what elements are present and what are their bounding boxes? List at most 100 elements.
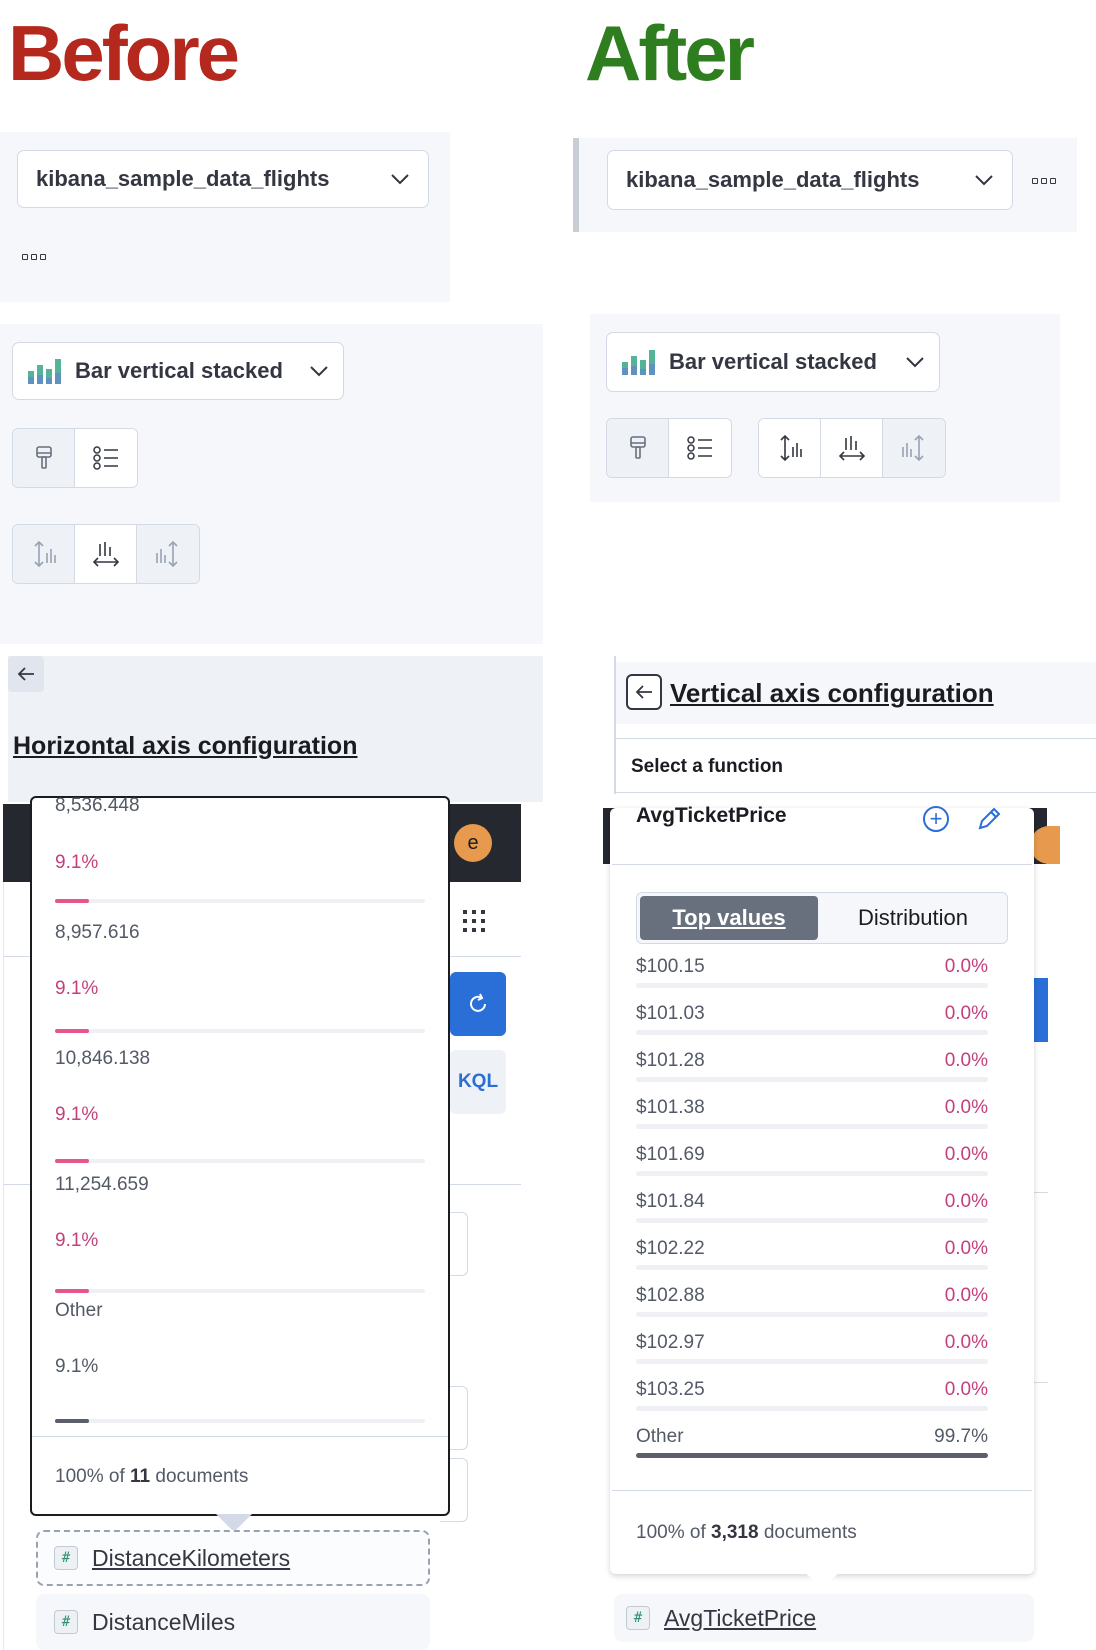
refresh-icon xyxy=(470,993,486,1012)
more-options-icon[interactable] xyxy=(22,254,46,260)
header-divider xyxy=(616,792,1096,793)
popover-divider xyxy=(32,1436,448,1437)
row-value: 10,846.138 xyxy=(55,1048,151,1069)
bottom-axis-button[interactable] xyxy=(75,525,137,583)
row-value: 8,957.616 xyxy=(55,922,140,943)
list-item: $101.38 0.0% xyxy=(636,1091,988,1135)
chevron-down-icon xyxy=(906,357,924,368)
field-name: DistanceKilometers xyxy=(92,1544,291,1571)
list-item: $100.15 0.0% xyxy=(636,950,988,994)
number-field-icon: # xyxy=(54,1546,78,1570)
row-percent: 9.1% xyxy=(55,978,99,999)
popover-divider xyxy=(612,864,1032,865)
back-button[interactable] xyxy=(8,656,44,692)
row-progress-bar xyxy=(55,899,425,903)
before-section-title: Horizontal axis configuration xyxy=(13,732,358,760)
chevron-down-icon xyxy=(975,175,993,186)
popover-footer: 100% of 11 documents xyxy=(55,1466,249,1487)
list-item: $102.88 0.0% xyxy=(636,1279,988,1323)
chart-type-label: Bar vertical stacked xyxy=(669,349,877,374)
left-axis-button[interactable] xyxy=(13,525,75,583)
popover-arrow xyxy=(804,1572,840,1588)
add-field-icon[interactable]: + xyxy=(923,806,949,832)
popover-footer: 100% of 3,318 documents xyxy=(636,1522,857,1543)
left-axis-icon xyxy=(779,434,802,462)
tab-top-values[interactable]: Top values xyxy=(640,896,818,940)
arrow-left-icon xyxy=(17,667,34,681)
bottom-axis-icon xyxy=(92,542,119,567)
paint-brush-icon xyxy=(629,436,646,459)
before-axis-config-header xyxy=(8,656,543,802)
row-value: Other xyxy=(55,1300,103,1321)
legend-button[interactable] xyxy=(75,429,137,487)
row-percent: 9.1% xyxy=(55,1230,99,1251)
list-item-other: Other 99.7% xyxy=(636,1420,988,1464)
left-axis-icon xyxy=(33,540,56,568)
list-item: $102.22 0.0% xyxy=(636,1232,988,1276)
row-value: 11,254.659 xyxy=(55,1174,149,1195)
select-function-label: Select a function xyxy=(631,756,784,777)
after-chart-type-select[interactable]: Bar vertical stacked xyxy=(606,332,940,392)
index-select-label: kibana_sample_data_flights xyxy=(626,167,920,192)
header-divider xyxy=(616,738,1096,739)
right-axis-button[interactable] xyxy=(137,525,199,583)
bottom-axis-icon xyxy=(838,436,865,461)
before-axis-group xyxy=(12,524,200,584)
list-item: $102.97 0.0% xyxy=(636,1326,988,1370)
avatar[interactable] xyxy=(1030,826,1060,864)
row-percent: 9.1% xyxy=(55,852,99,873)
before-chart-type-select[interactable]: Bar vertical stacked xyxy=(12,342,344,400)
after-axis-group xyxy=(758,418,946,478)
chevron-down-icon xyxy=(310,366,328,377)
row-percent: 9.1% xyxy=(55,1104,99,1125)
legend-icon xyxy=(687,436,712,460)
paint-brush-button[interactable] xyxy=(13,429,75,487)
bottom-axis-button[interactable] xyxy=(821,419,883,477)
before-index-select[interactable]: kibana_sample_data_flights xyxy=(17,150,429,208)
paint-brush-button[interactable] xyxy=(607,419,669,477)
edit-field-icon[interactable] xyxy=(976,806,1002,837)
row-value: 8,536.448 xyxy=(55,795,140,816)
popover-title: AvgTicketPrice xyxy=(636,804,787,827)
legend-button[interactable] xyxy=(669,419,731,477)
field-item-distance-km[interactable]: # DistanceKilometers xyxy=(36,1530,430,1586)
arrow-left-icon xyxy=(635,685,652,699)
row-progress-bar xyxy=(55,1159,425,1163)
field-item-avg-ticket-price[interactable]: # AvgTicketPrice xyxy=(614,1594,1034,1642)
number-field-icon: # xyxy=(626,1606,650,1630)
after-style-group xyxy=(606,418,732,478)
field-item-distance-miles[interactable]: # DistanceMiles xyxy=(36,1594,430,1650)
kql-button[interactable]: KQL xyxy=(450,1050,506,1114)
row-progress-bar xyxy=(55,1029,425,1033)
tab-distribution[interactable]: Distribution xyxy=(822,896,1004,940)
index-select-label: kibana_sample_data_flights xyxy=(36,166,330,191)
before-heading: Before xyxy=(8,9,240,97)
list-item: $101.84 0.0% xyxy=(636,1185,988,1229)
list-item: $103.25 0.0% xyxy=(636,1373,988,1417)
list-item: $101.69 0.0% xyxy=(636,1138,988,1182)
left-axis-button[interactable] xyxy=(759,419,821,477)
list-item: $101.28 0.0% xyxy=(636,1044,988,1088)
before-field-popover xyxy=(30,796,450,1516)
popover-divider xyxy=(612,1490,1032,1491)
field-name: DistanceMiles xyxy=(92,1608,236,1635)
right-axis-icon xyxy=(902,434,924,462)
refresh-button[interactable] xyxy=(450,972,506,1036)
right-axis-button[interactable] xyxy=(883,419,945,477)
row-progress-bar xyxy=(55,1419,425,1423)
avatar[interactable]: e xyxy=(454,824,492,862)
field-name: AvgTicketPrice xyxy=(664,1604,817,1631)
after-section-title: Vertical axis configuration xyxy=(670,678,994,708)
right-axis-icon xyxy=(156,540,178,568)
top-values-list: $100.15 0.0% $101.03 0.0% $101.28 0.0% $101… xyxy=(604,950,1044,1470)
row-percent: 9.1% xyxy=(55,1356,99,1377)
number-field-icon: # xyxy=(54,1610,78,1634)
more-options-icon[interactable] xyxy=(1032,178,1056,184)
legend-icon xyxy=(93,446,118,470)
back-button[interactable] xyxy=(626,674,662,710)
after-index-select[interactable]: kibana_sample_data_flights xyxy=(607,150,1013,210)
paint-brush-icon xyxy=(35,446,52,469)
apps-grid-icon[interactable] xyxy=(463,910,485,932)
bar-chart-icon xyxy=(622,350,655,375)
bar-chart-icon xyxy=(28,359,61,384)
